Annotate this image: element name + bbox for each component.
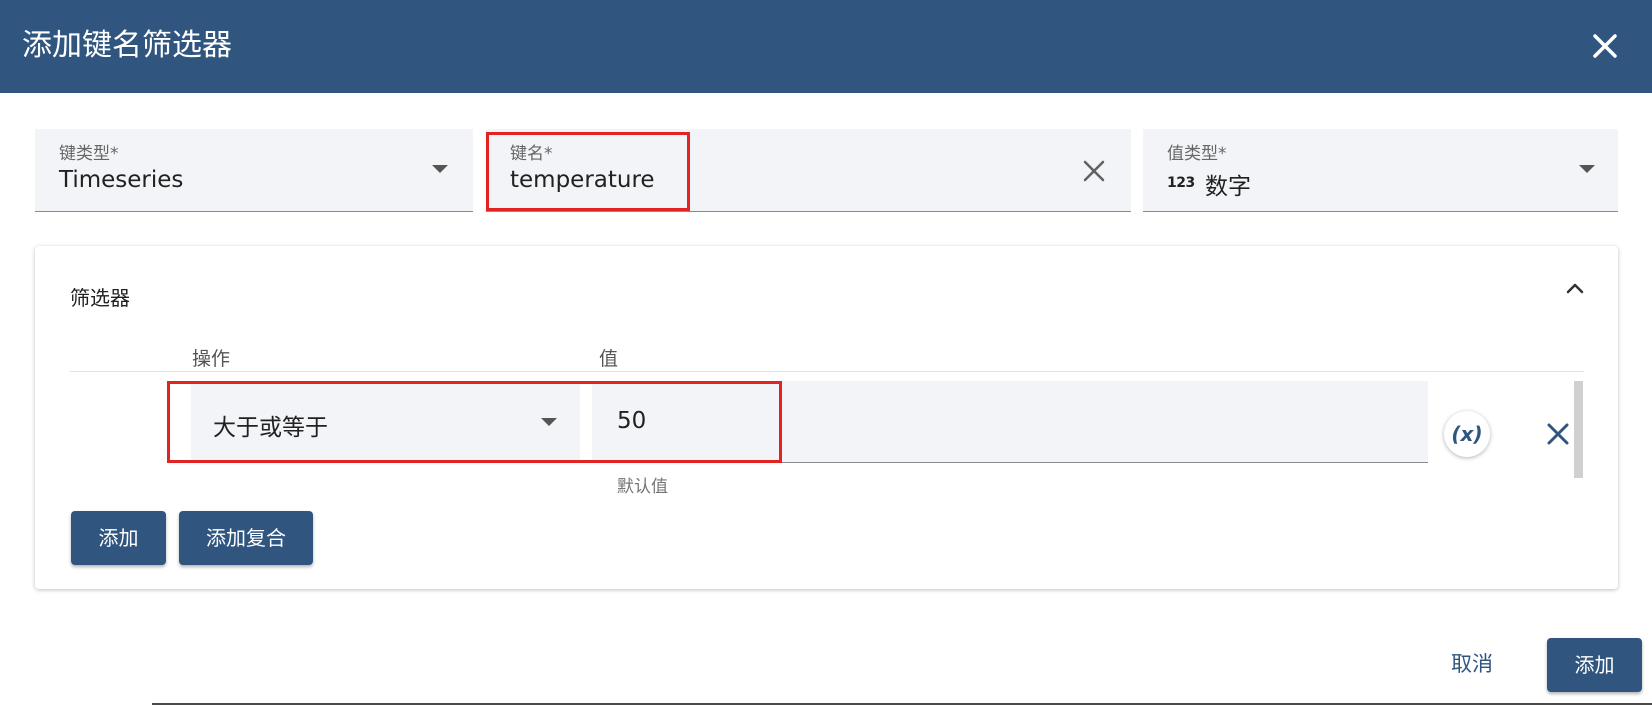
key-type-label: 键类型* [59, 144, 119, 164]
clear-icon[interactable] [1081, 158, 1107, 184]
dropdown-arrow-icon [1579, 165, 1595, 173]
value-column-header: 值 [599, 348, 619, 370]
chevron-up-icon[interactable] [1563, 276, 1587, 300]
key-type-value: Timeseries [59, 167, 184, 193]
filters-panel: 筛选器 操作 值 大于或等于 50 默认值 (x) 添加 添加复合 [35, 246, 1618, 589]
operation-column-header: 操作 [192, 348, 231, 370]
remove-filter-icon[interactable] [1545, 421, 1571, 447]
highlight-box-filter-row [167, 381, 782, 463]
dropdown-arrow-icon [432, 165, 448, 173]
filters-panel-title: 筛选器 [70, 286, 130, 310]
add-filter-button[interactable]: 添加 [71, 511, 166, 565]
close-icon[interactable] [1585, 26, 1625, 66]
value-type-value: 数字 [1205, 174, 1251, 200]
value-type-select[interactable]: 值类型* 123 数字 [1143, 129, 1618, 212]
scrollbar[interactable] [1574, 381, 1583, 478]
header-divider [70, 371, 1584, 372]
highlight-box-key-name [486, 132, 690, 211]
key-type-select[interactable]: 键类型* Timeseries [35, 129, 473, 212]
variable-button[interactable]: (x) [1444, 411, 1490, 457]
dialog-header: 添加键名筛选器 [0, 0, 1652, 93]
cancel-button[interactable]: 取消 [1451, 648, 1493, 678]
submit-add-button[interactable]: 添加 [1547, 638, 1642, 692]
number-type-icon: 123 [1167, 175, 1195, 191]
value-hint: 默认值 [617, 477, 668, 497]
dialog-title: 添加键名筛选器 [22, 28, 232, 63]
add-complex-filter-button[interactable]: 添加复合 [179, 511, 313, 565]
value-type-label: 值类型* [1167, 144, 1227, 164]
